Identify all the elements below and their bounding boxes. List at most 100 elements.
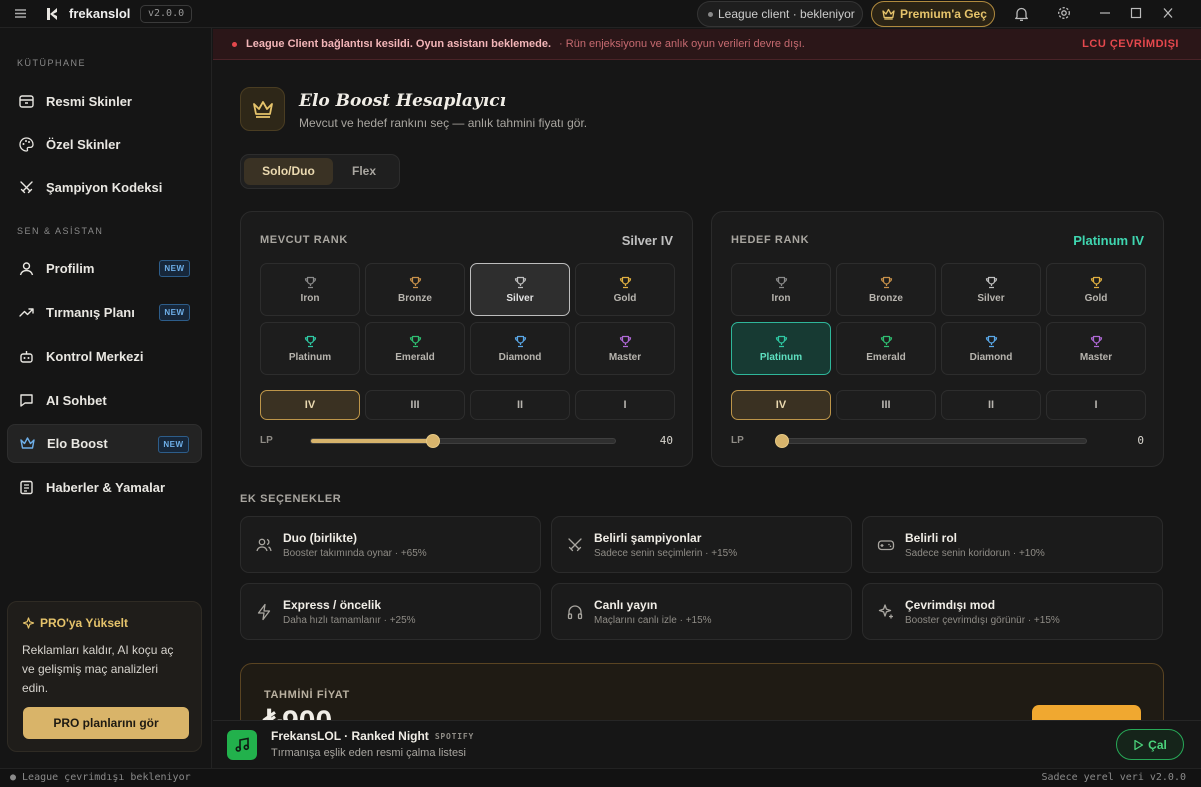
trend-icon bbox=[18, 304, 35, 321]
current-lp-slider[interactable] bbox=[310, 434, 616, 448]
option-offline-mode[interactable]: Çevrimdışı mod Booster çevrimdışı görünür… bbox=[862, 583, 1163, 640]
current-tier-gold[interactable]: Gold bbox=[575, 263, 675, 316]
sidebar-item-label: Profilim bbox=[46, 261, 95, 276]
target-lp-slider[interactable] bbox=[775, 434, 1087, 448]
bolt-icon bbox=[255, 603, 273, 621]
pro-plans-button[interactable]: PRO planlarını gör bbox=[23, 707, 189, 739]
tier-label: Diamond bbox=[498, 351, 542, 363]
current-division-i[interactable]: I bbox=[575, 390, 675, 420]
trophy-icon bbox=[880, 335, 893, 348]
premium-button[interactable]: Premium'a Geç bbox=[871, 1, 995, 27]
target-lp-label: LP bbox=[731, 435, 744, 446]
sidebar-item-official-skins[interactable]: Resmi Skinler bbox=[7, 82, 202, 121]
sidebar-item-custom-skins[interactable]: Özel Skinler bbox=[7, 125, 202, 164]
swords-icon bbox=[566, 536, 584, 554]
bot-icon bbox=[18, 348, 35, 365]
trophy-icon bbox=[775, 335, 788, 348]
option-specific-champions[interactable]: Belirli şampiyonlar Sadece senin seçimler… bbox=[551, 516, 852, 573]
crown-icon bbox=[882, 8, 895, 20]
sidebar-item-control-center[interactable]: Kontrol Merkezi bbox=[7, 337, 202, 376]
client-status-pill[interactable]: League client · bekleniyor bbox=[697, 1, 863, 27]
target-division-i[interactable]: I bbox=[1046, 390, 1146, 420]
play-label: Çal bbox=[1148, 737, 1167, 752]
current-division-row: IV III II I bbox=[260, 390, 675, 420]
main-content: Elo Boost Hesaplayıcı Mevcut ve hedef ra… bbox=[213, 60, 1201, 720]
trophy-icon bbox=[304, 335, 317, 348]
sidebar-item-label: Şampiyon Kodeksi bbox=[46, 180, 163, 195]
target-division-ii[interactable]: II bbox=[941, 390, 1041, 420]
current-division-ii[interactable]: II bbox=[470, 390, 570, 420]
trophy-icon bbox=[1090, 335, 1103, 348]
sidebar-item-label: Haberler & Yamalar bbox=[46, 480, 165, 495]
users-icon bbox=[255, 536, 273, 554]
trophy-icon bbox=[985, 276, 998, 289]
option-duo[interactable]: Duo (birlikte) Booster takımında oynar · … bbox=[240, 516, 541, 573]
current-tier-iron[interactable]: Iron bbox=[260, 263, 360, 316]
sidebar-item-elo-boost[interactable]: Elo Boost NEW bbox=[7, 424, 202, 463]
target-rank-selected: Platinum IV bbox=[1073, 233, 1144, 248]
assistant-section-label: SEN & ASİSTAN bbox=[17, 226, 104, 236]
mode-solo-duo[interactable]: Solo/Duo bbox=[244, 158, 333, 185]
sidebar-item-profile[interactable]: Profilim NEW bbox=[7, 249, 202, 288]
playlist-source: SPOTIFY bbox=[434, 732, 475, 742]
sidebar-item-news-patches[interactable]: Haberler & Yamalar bbox=[7, 468, 202, 507]
status-bar: ● League çevrimdışı bekleniyor Sadece ye… bbox=[0, 768, 1201, 787]
option-express[interactable]: Express / öncelik Daha hızlı tamamlanır ·… bbox=[240, 583, 541, 640]
music-note-icon bbox=[227, 730, 257, 760]
option-specific-role[interactable]: Belirli rol Sadece senin koridorun · +10% bbox=[862, 516, 1163, 573]
banner-detail: · Rün enjeksiyonu ve anlık oyun verileri… bbox=[559, 38, 805, 50]
close-icon[interactable] bbox=[1162, 6, 1174, 20]
option-title: Duo (birlikte) bbox=[283, 530, 357, 545]
trophy-icon bbox=[514, 276, 527, 289]
tier-label: Emerald bbox=[395, 351, 435, 363]
current-tier-silver[interactable]: Silver bbox=[470, 263, 570, 316]
target-division-iv[interactable]: IV bbox=[731, 390, 831, 420]
target-tier-silver[interactable]: Silver bbox=[941, 263, 1041, 316]
target-tier-gold[interactable]: Gold bbox=[1046, 263, 1146, 316]
target-tier-platinum[interactable]: Platinum bbox=[731, 322, 831, 375]
lcu-disconnected-banner: League Client bağlantısı kesildi. Oyun a… bbox=[213, 29, 1201, 60]
current-tier-emerald[interactable]: Emerald bbox=[365, 322, 465, 375]
sidebar-item-champion-codex[interactable]: Şampiyon Kodeksi bbox=[7, 168, 202, 207]
pro-upgrade-card: PRO'ya Yükselt Reklamları kaldır, AI koç… bbox=[7, 601, 202, 752]
target-tier-master[interactable]: Master bbox=[1046, 322, 1146, 375]
tier-label: Gold bbox=[1084, 292, 1108, 304]
bell-icon[interactable] bbox=[1014, 6, 1029, 22]
maximize-icon[interactable] bbox=[1130, 6, 1142, 20]
menu-icon[interactable] bbox=[14, 7, 27, 20]
option-live-stream[interactable]: Canlı yayın Maçlarını canlı izle · +15% bbox=[551, 583, 852, 640]
target-tier-diamond[interactable]: Diamond bbox=[941, 322, 1041, 375]
sidebar-item-ai-chat[interactable]: AI Sohbet bbox=[7, 381, 202, 420]
status-left: ● League çevrimdışı bekleniyor bbox=[10, 772, 191, 783]
mode-flex[interactable]: Flex bbox=[333, 158, 395, 185]
music-player-bar: FrekansLOL · Ranked Night SPOTIFY Tırmanı… bbox=[213, 720, 1201, 768]
tier-label: Silver bbox=[977, 292, 1005, 304]
target-tier-iron[interactable]: Iron bbox=[731, 263, 831, 316]
minimize-icon[interactable] bbox=[1099, 6, 1111, 20]
target-lp-handle[interactable] bbox=[775, 434, 789, 448]
target-tier-bronze[interactable]: Bronze bbox=[836, 263, 936, 316]
target-division-iii[interactable]: III bbox=[836, 390, 936, 420]
current-division-iv[interactable]: IV bbox=[260, 390, 360, 420]
current-tier-master[interactable]: Master bbox=[575, 322, 675, 375]
trophy-icon bbox=[775, 276, 788, 289]
page-subtitle: Mevcut ve hedef rankını seç — anlık tahm… bbox=[299, 116, 588, 130]
current-division-iii[interactable]: III bbox=[365, 390, 465, 420]
option-subtitle: Sadece senin seçimlerin · +15% bbox=[594, 547, 738, 559]
target-tier-grid: Iron Bronze Silver Gold Platinum Emerald Diamo… bbox=[731, 263, 1146, 375]
headphones-icon bbox=[566, 603, 584, 621]
app-name: frekanslol bbox=[69, 6, 131, 21]
settings-gear-icon[interactable] bbox=[1057, 6, 1071, 20]
current-tier-bronze[interactable]: Bronze bbox=[365, 263, 465, 316]
current-tier-diamond[interactable]: Diamond bbox=[470, 322, 570, 375]
sidebar-item-climb-plan[interactable]: Tırmanış Planı NEW bbox=[7, 293, 202, 332]
target-tier-emerald[interactable]: Emerald bbox=[836, 322, 936, 375]
palette-icon bbox=[18, 136, 35, 153]
current-tier-platinum[interactable]: Platinum bbox=[260, 322, 360, 375]
new-badge: NEW bbox=[158, 436, 189, 453]
play-button[interactable]: Çal bbox=[1116, 729, 1184, 760]
current-lp-handle[interactable] bbox=[425, 434, 440, 448]
box-icon bbox=[18, 93, 35, 110]
sidebar-item-label: Elo Boost bbox=[47, 436, 108, 451]
order-button[interactable] bbox=[1032, 705, 1141, 720]
